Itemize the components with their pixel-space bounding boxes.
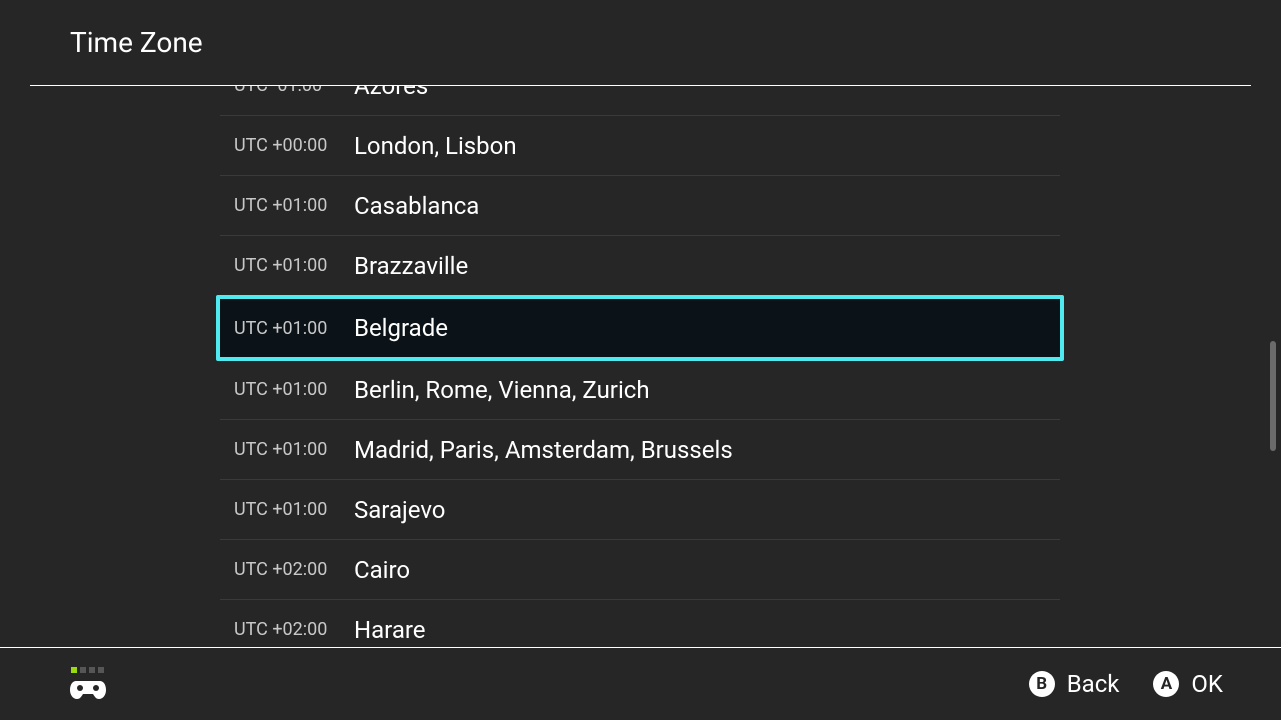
a-button-icon: A [1153, 671, 1179, 697]
timezone-row[interactable]: UTC -01:00Azores [220, 86, 1060, 116]
player-pip [71, 667, 77, 673]
timezone-label: Belgrade [354, 314, 448, 342]
footer-actions: B Back A OK [1029, 670, 1223, 698]
timezone-label: Harare [354, 616, 426, 644]
timezone-label: Brazzaville [354, 252, 468, 280]
controller-icon [68, 677, 108, 701]
utc-offset: UTC +01:00 [234, 379, 354, 400]
utc-offset: UTC +01:00 [234, 195, 354, 216]
timezone-scroll-area: UTC -01:00AzoresUTC +00:00London, Lisbon… [0, 86, 1281, 648]
timezone-row[interactable]: UTC +01:00Belgrade [216, 295, 1064, 361]
timezone-row[interactable]: UTC +02:00Harare [220, 600, 1060, 648]
timezone-label: Azores [354, 86, 428, 100]
timezone-row[interactable]: UTC +01:00Brazzaville [220, 236, 1060, 296]
player-indicator [68, 667, 108, 701]
timezone-row[interactable]: UTC +01:00Madrid, Paris, Amsterdam, Brus… [220, 420, 1060, 480]
timezone-row[interactable]: UTC +01:00Berlin, Rome, Vienna, Zurich [220, 360, 1060, 420]
footer: B Back A OK [0, 647, 1281, 719]
player-pip [98, 667, 104, 673]
utc-offset: UTC +01:00 [234, 499, 354, 520]
timezone-row[interactable]: UTC +02:00Cairo [220, 540, 1060, 600]
timezone-row[interactable]: UTC +01:00Casablanca [220, 176, 1060, 236]
player-pip [89, 667, 95, 673]
header: Time Zone [30, 0, 1251, 86]
timezone-label: London, Lisbon [354, 132, 517, 160]
timezone-label: Berlin, Rome, Vienna, Zurich [354, 376, 650, 404]
utc-offset: UTC +01:00 [234, 318, 354, 339]
player-pip [80, 667, 86, 673]
timezone-label: Sarajevo [354, 496, 445, 524]
utc-offset: UTC +02:00 [234, 619, 354, 640]
scrollbar-thumb[interactable] [1270, 341, 1276, 451]
ok-label: OK [1191, 670, 1223, 698]
utc-offset: UTC +01:00 [234, 439, 354, 460]
page-title: Time Zone [70, 26, 203, 59]
b-button-icon: B [1029, 671, 1055, 697]
timezone-label: Cairo [354, 556, 410, 584]
timezone-row[interactable]: UTC +01:00Sarajevo [220, 480, 1060, 540]
back-label: Back [1067, 670, 1120, 698]
timezone-list: UTC -01:00AzoresUTC +00:00London, Lisbon… [220, 86, 1060, 648]
ok-button[interactable]: A OK [1153, 670, 1223, 698]
timezone-label: Madrid, Paris, Amsterdam, Brussels [354, 436, 733, 464]
timezone-row[interactable]: UTC +00:00London, Lisbon [220, 116, 1060, 176]
utc-offset: UTC +02:00 [234, 559, 354, 580]
utc-offset: UTC -01:00 [234, 86, 354, 96]
timezone-label: Casablanca [354, 192, 479, 220]
utc-offset: UTC +00:00 [234, 135, 354, 156]
utc-offset: UTC +01:00 [234, 255, 354, 276]
back-button[interactable]: B Back [1029, 670, 1120, 698]
